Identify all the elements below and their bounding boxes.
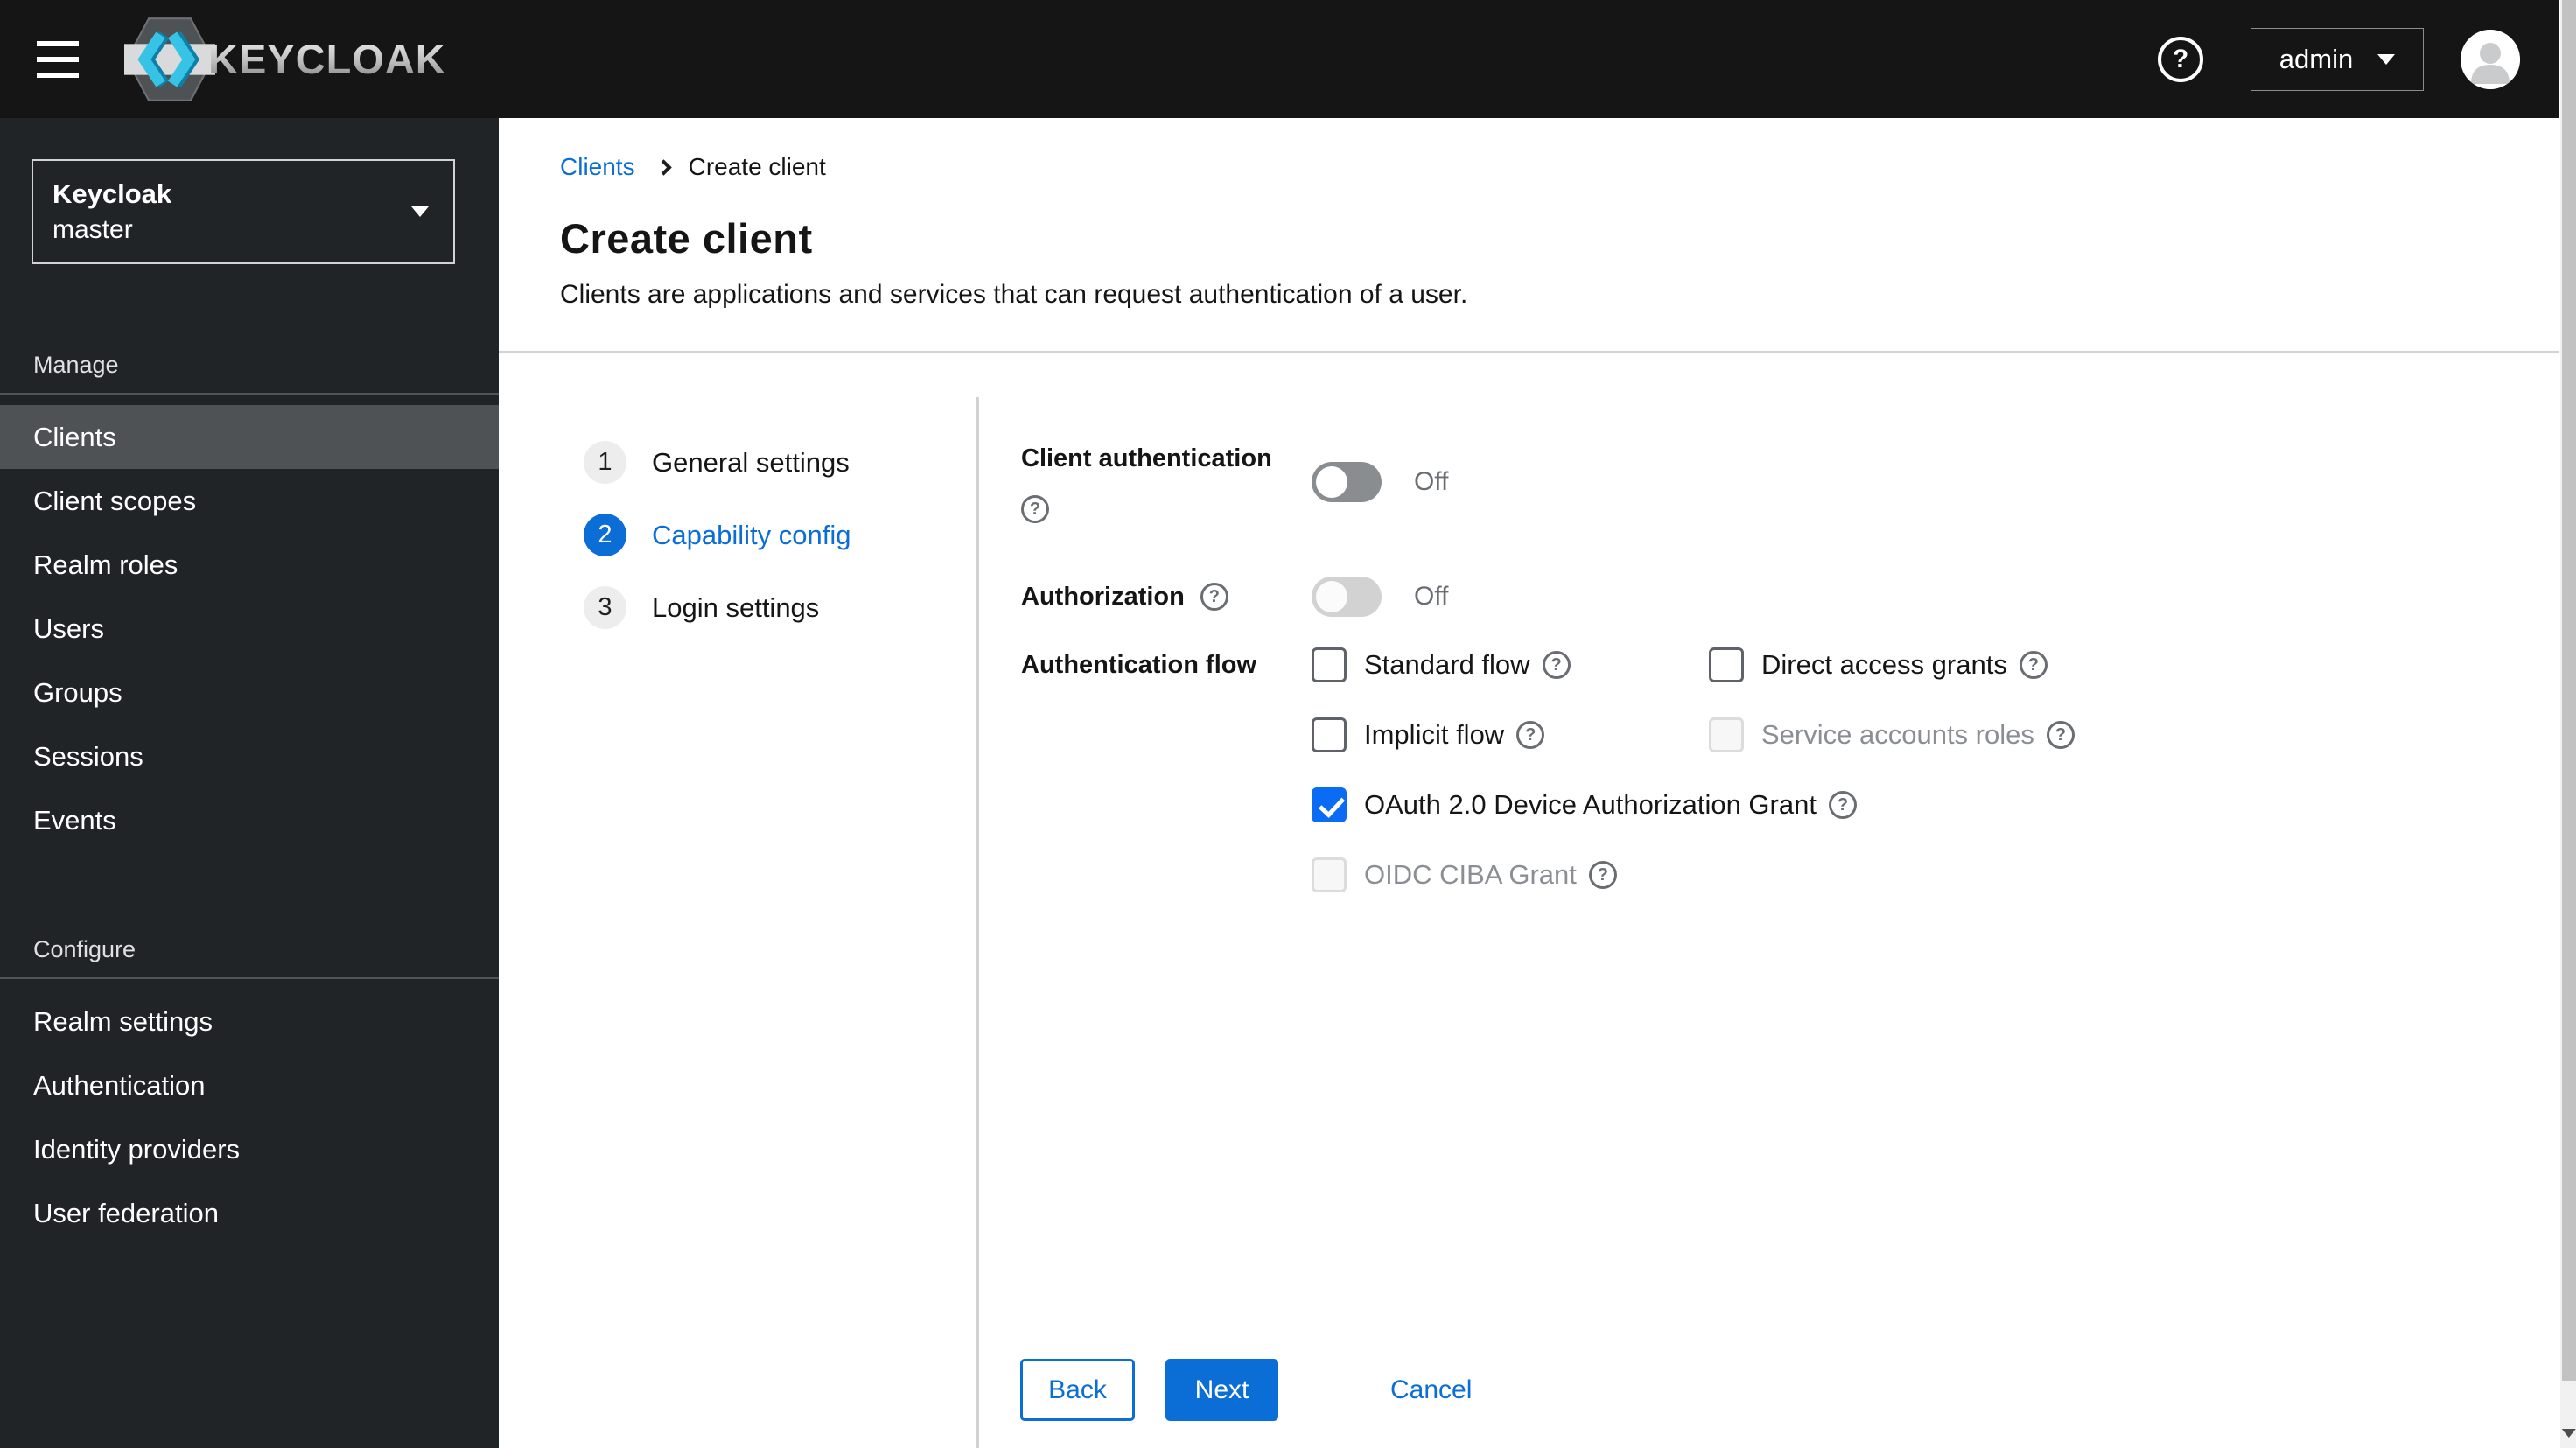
step-number: 2 (584, 514, 626, 556)
scrollbar-thumb[interactable] (2562, 0, 2576, 1381)
client-authentication-label: Client authentication (1021, 444, 1272, 472)
breadcrumb: Clients Create client (560, 153, 2558, 181)
realm-switcher[interactable]: Keycloak master (32, 159, 455, 264)
step-number: 1 (584, 441, 626, 484)
user-menu-label: admin (2278, 43, 2354, 74)
help-icon[interactable]: ? (1200, 583, 1228, 611)
step-number: 3 (584, 586, 626, 629)
capability-config-form: Client authentication ? Off Authorizatio… (979, 353, 2558, 1448)
help-icon[interactable]: ? (2046, 721, 2075, 749)
sidebar-item-identity-providers[interactable]: Identity providers (0, 1117, 499, 1181)
user-menu-dropdown[interactable]: admin (2250, 27, 2424, 91)
client-authentication-field: Client authentication ? Off (1021, 441, 2558, 523)
breadcrumb-clients-link[interactable]: Clients (560, 153, 635, 181)
authorization-field: Authorization ? Off (1021, 577, 2558, 617)
help-icon[interactable]: ? (1516, 721, 1545, 749)
step-label: General settings (652, 446, 850, 478)
user-avatar-icon (2460, 29, 2520, 89)
avatar[interactable] (2460, 29, 2520, 89)
client-authentication-state: Off (1414, 467, 1449, 496)
wizard-step-capability-config[interactable]: 2 Capability config (584, 514, 976, 556)
help-icon[interactable]: ? (1542, 651, 1571, 679)
wizard-steps: 1 General settings 2 Capability config 3… (499, 353, 976, 1448)
sidebar-nav: Manage Clients Client scopes Realm roles… (0, 352, 499, 1245)
option-standard-flow: Standard flow ? (1312, 647, 1709, 682)
sidebar-item-sessions[interactable]: Sessions (0, 724, 499, 788)
masthead: KEYCLOAK ? admin (0, 0, 2558, 118)
direct-access-grants-checkbox[interactable] (1709, 647, 1744, 682)
nav-section-configure: Configure (33, 936, 136, 962)
sidebar-item-client-scopes[interactable]: Client scopes (0, 469, 499, 533)
main-content: Clients Create client Create client Clie… (499, 118, 2558, 1448)
help-icon[interactable]: ? (2158, 36, 2203, 82)
implicit-flow-checkbox[interactable] (1312, 717, 1347, 752)
sidebar: Keycloak master Manage Clients Client sc… (0, 118, 499, 1448)
wizard-step-login-settings[interactable]: 3 Login settings (584, 586, 976, 629)
oauth-device-grant-checkbox[interactable] (1312, 787, 1347, 822)
keycloak-admin-console: KEYCLOAK ? admin Keycloak master Manage … (0, 0, 2576, 1448)
page-subtitle: Clients are applications and services th… (560, 280, 1468, 309)
standard-flow-checkbox[interactable] (1312, 647, 1347, 682)
nav-section-manage: Manage (33, 352, 119, 378)
authentication-flow-label: Authentication flow (1021, 651, 1257, 679)
realm-switcher-title: Keycloak (52, 178, 172, 209)
keycloak-logo: KEYCLOAK (124, 14, 446, 105)
help-icon[interactable]: ? (2019, 651, 2048, 679)
option-direct-access-grants: Direct access grants ? (1709, 647, 2106, 682)
sidebar-item-clients[interactable]: Clients (0, 405, 499, 469)
sidebar-item-events[interactable]: Events (0, 788, 499, 852)
breadcrumb-current: Create client (688, 153, 826, 180)
page-title: Create client (560, 215, 813, 262)
help-icon[interactable]: ? (1588, 861, 1617, 889)
masthead-actions: ? admin (2158, 27, 2520, 91)
sidebar-item-realm-roles[interactable]: Realm roles (0, 533, 499, 597)
scrollbar[interactable] (2558, 0, 2576, 1448)
keycloak-wordmark: KEYCLOAK (208, 36, 446, 82)
authorization-label: Authorization (1021, 583, 1185, 611)
sidebar-item-realm-settings[interactable]: Realm settings (0, 990, 499, 1053)
hamburger-icon (37, 40, 79, 46)
chevron-down-icon (2377, 53, 2396, 65)
step-label: Login settings (652, 591, 820, 623)
authentication-flow-options: Standard flow ? Direct access grants ? I… (1312, 647, 2187, 892)
sidebar-item-groups[interactable]: Groups (0, 661, 499, 724)
back-button[interactable]: Back (1020, 1359, 1135, 1421)
option-oauth-device-grant: OAuth 2.0 Device Authorization Grant ? (1312, 787, 2187, 822)
wizard-step-general-settings[interactable]: 1 General settings (584, 441, 976, 484)
next-button[interactable]: Next (1166, 1359, 1278, 1421)
option-implicit-flow: Implicit flow ? (1312, 717, 1709, 752)
sidebar-item-authentication[interactable]: Authentication (0, 1053, 499, 1117)
help-icon[interactable]: ? (1828, 791, 1857, 819)
help-icon[interactable]: ? (1021, 495, 1049, 523)
realm-switcher-realm: master (52, 214, 133, 244)
authorization-state: Off (1414, 582, 1449, 611)
page-header: Clients Create client Create client Clie… (499, 118, 2558, 353)
option-service-accounts-roles: Service accounts roles ? (1709, 717, 2106, 752)
breadcrumb-chevron-icon (654, 158, 672, 176)
oidc-ciba-grant-checkbox (1312, 857, 1347, 892)
sidebar-item-user-federation[interactable]: User federation (0, 1181, 499, 1245)
keycloak-hexagon-icon (124, 17, 215, 101)
option-oidc-ciba-grant: OIDC CIBA Grant ? (1312, 857, 2187, 892)
authentication-flow-field: Authentication flow Standard flow ? Dire… (1021, 647, 2558, 892)
service-accounts-roles-checkbox (1709, 717, 1744, 752)
cancel-button[interactable]: Cancel (1390, 1375, 1472, 1405)
step-label: Capability config (652, 519, 851, 550)
chevron-down-icon (411, 206, 429, 217)
wizard-footer: Back Next Cancel (1020, 1359, 1472, 1421)
scroll-down-arrow-icon[interactable] (2561, 1429, 2576, 1438)
nav-toggle-button[interactable] (37, 40, 79, 78)
authorization-toggle (1312, 577, 1382, 617)
create-client-wizard: 1 General settings 2 Capability config 3… (499, 353, 2558, 1448)
client-authentication-toggle[interactable] (1312, 462, 1382, 502)
sidebar-item-users[interactable]: Users (0, 597, 499, 661)
